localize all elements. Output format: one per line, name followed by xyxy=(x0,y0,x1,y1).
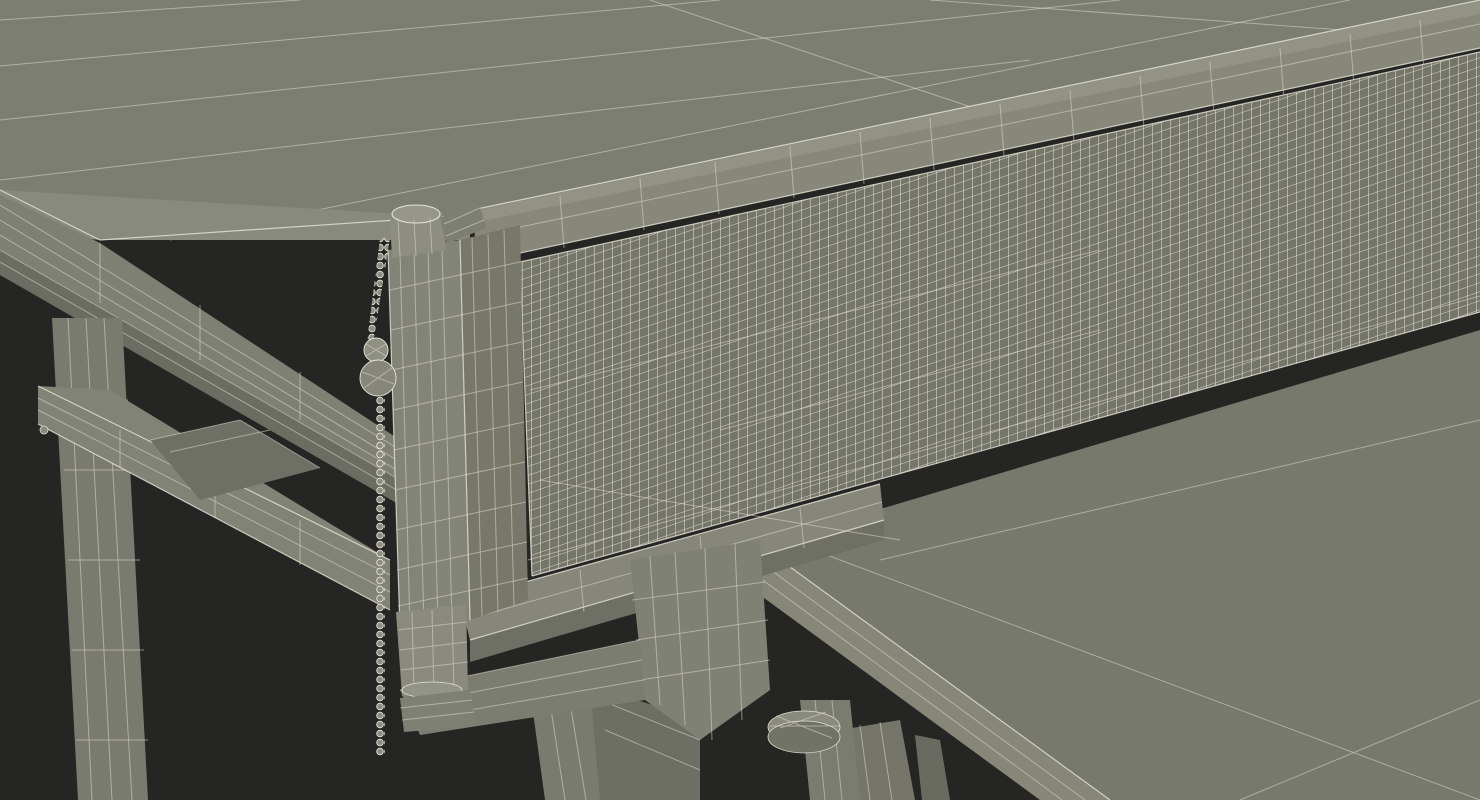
wireframe-render-viewport xyxy=(0,0,1480,800)
ping-pong-table-scene xyxy=(0,0,1480,800)
